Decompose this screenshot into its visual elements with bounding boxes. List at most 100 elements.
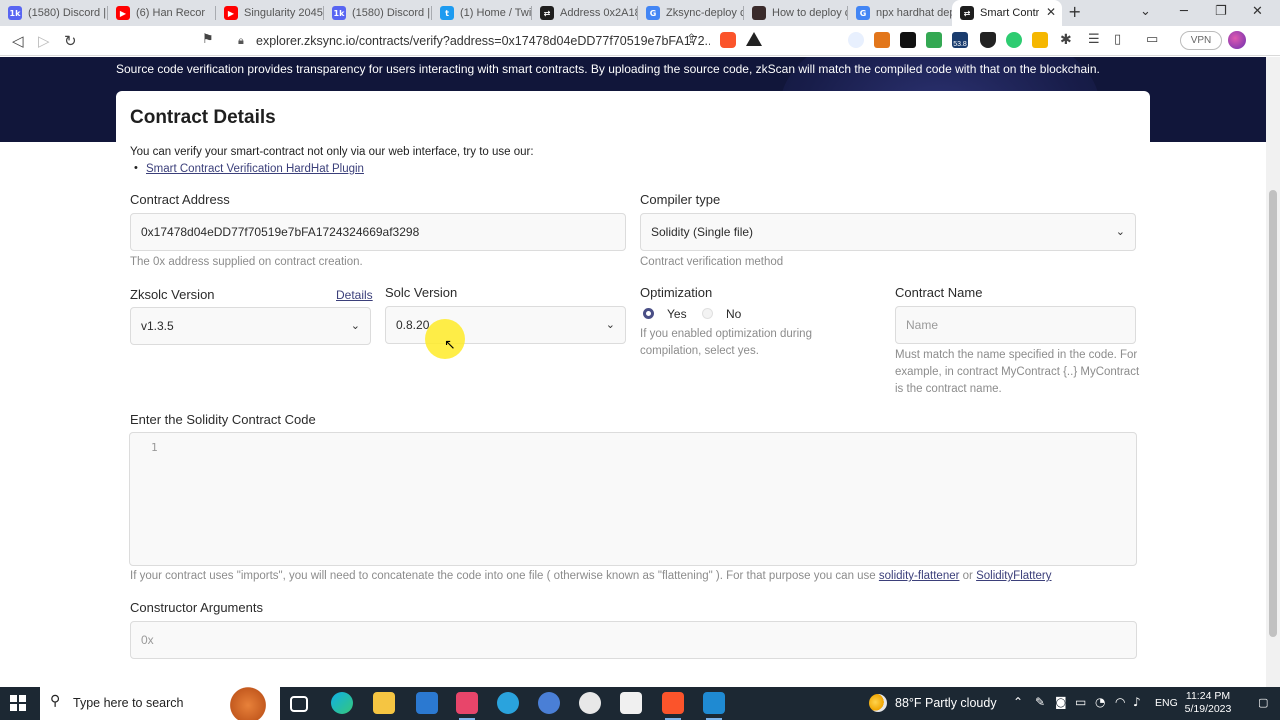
battery-icon[interactable]: ▭ [1075,695,1086,709]
shield-icon[interactable] [980,32,996,48]
hardhat-plugin-link[interactable]: Smart Contract Verification HardHat Plug… [146,163,364,175]
maximize-icon[interactable]: ❐ [1215,4,1227,19]
puzzle-icon[interactable]: ✱ [1060,32,1072,48]
new-tab-button[interactable]: + [1068,2,1081,21]
contract-code-editor[interactable]: 1 [129,432,1137,566]
profile-avatar[interactable] [1228,31,1246,49]
word-icon[interactable] [579,692,601,714]
taskbar-search-box[interactable]: ⚲ Type here to search [40,687,280,720]
tab-title: (6) Han Recor [136,7,206,19]
optimization-yes-label[interactable]: Yes [667,307,687,321]
browser-tab[interactable]: t (1) Home / Twitt [432,0,532,26]
wifi-icon[interactable]: ◠ [1115,695,1125,709]
share-icon[interactable]: ⇪ [686,32,697,47]
metamask-icon[interactable] [874,32,890,48]
file-explorer-icon[interactable] [373,692,395,714]
screen-recorder-icon[interactable] [456,692,478,720]
reading-list-icon[interactable]: ☰ [1088,32,1100,47]
browser-toolbar: ◁ ▷ ↻ ⚑ 🔒︎ explorer.zksync.io/contracts/… [0,26,1280,56]
windows-taskbar: ⚲ Type here to search 88°F Partly cloudy… [0,687,1280,720]
browser-tab[interactable]: G Zksync-deploy c [638,0,744,26]
drive-icon[interactable] [926,32,942,48]
lock-icon: 🔒︎ [238,35,244,47]
vscode-icon[interactable] [703,692,725,720]
vpn-button[interactable]: VPN [1180,31,1222,50]
store-icon[interactable] [620,692,642,714]
constructor-arguments-input[interactable]: 0x [130,621,1137,659]
notification-icon[interactable]: ▢ [1258,696,1268,709]
tab-title: Zksync-deploy c [666,7,744,19]
browser-tab[interactable]: 1k (1580) Discord | [324,0,432,26]
extension-icon[interactable] [1032,32,1048,48]
language-indicator[interactable]: ENG [1155,697,1178,709]
solc-version-select[interactable]: 0.8.20 ⌄ [385,306,626,344]
windows-start-icon[interactable] [10,695,26,711]
tab-search-chevron-icon[interactable]: ⌄ [1140,4,1151,19]
scrollbar-thumb[interactable] [1269,190,1277,637]
close-tab-icon[interactable]: ✕ [1046,5,1056,19]
bookmark-icon[interactable]: ⚑ [202,32,214,47]
minimize-icon[interactable]: ─ [1180,4,1188,19]
chevron-down-icon: ⌄ [350,319,360,332]
optimization-label: Optimization [640,285,713,300]
search-highlight-image [225,687,271,720]
weather-widget[interactable]: 88°F Partly cloudy [869,693,997,713]
contract-address-input[interactable]: 0x17478d04eDD77f70519e7bFA1724324669af32… [130,213,626,251]
compiler-type-hint: Contract verification method [640,256,784,268]
extension-drop-icon[interactable] [848,32,864,48]
edge-icon[interactable] [331,692,353,714]
brave-icon[interactable] [662,692,684,720]
telegram-icon[interactable] [497,692,519,714]
optimization-yes-radio[interactable] [643,308,654,319]
zksolc-details-link[interactable]: Details [336,288,373,302]
wallet-icon[interactable]: ▭ [1146,32,1158,47]
browser-tab[interactable]: How to deploy c [744,0,848,26]
contract-name-input[interactable]: Name [895,306,1136,344]
youtube-icon: ▶ [116,6,130,20]
browser-app-icon[interactable] [538,692,560,714]
browser-tab[interactable]: G npx hardhat dep [848,0,952,26]
extension-icon[interactable] [1006,32,1022,48]
contract-address-label: Contract Address [130,192,230,207]
compiler-type-select[interactable]: Solidity (Single file) ⌄ [640,213,1136,251]
google-icon: G [856,6,870,20]
solidityflattery-link[interactable]: SolidityFlattery [976,570,1051,582]
extension-badge-icon[interactable]: 53.8 [952,32,968,48]
browser-tab[interactable]: ▶ (6) Han Recor [108,0,216,26]
volume-icon[interactable]: ♪ [1133,695,1141,709]
browser-tab[interactable]: 1k (1580) Discord | [0,0,108,26]
chevron-down-icon: ⌄ [1115,225,1125,238]
page-scrollbar[interactable] [1266,57,1280,687]
taskbar-clock[interactable]: 11:24 PM 5/19/2023 [1180,690,1236,716]
chevron-down-icon: ⌄ [605,318,615,331]
back-icon[interactable]: ◁ [12,32,24,50]
close-window-icon[interactable]: ✕ [1252,4,1263,19]
network-icon[interactable]: ◔ [1095,695,1105,709]
task-view-icon[interactable] [290,696,308,712]
contract-name-label: Contract Name [895,285,983,300]
sidebar-icon[interactable]: ▯ [1114,32,1121,47]
zksolc-version-label: Zksolc Version [130,287,215,302]
camera-icon[interactable]: ◙ [1055,695,1067,709]
brave-rewards-icon[interactable] [746,32,762,46]
browser-tab[interactable]: ⇄ Address 0x2A18 [532,0,638,26]
discord-icon: 1k [8,6,22,20]
browser-tab-active[interactable]: ⇄ Smart Contr ✕ [952,0,1062,26]
optimization-no-radio[interactable] [702,308,713,319]
taskbar-search-placeholder: Type here to search [73,696,184,710]
extension-icon[interactable] [900,32,916,48]
tray-chevron-up-icon[interactable]: ⌃ [1013,695,1023,709]
solidity-flattener-link[interactable]: solidity-flattener [879,570,960,582]
browser-tab-strip: 1k (1580) Discord | ▶ (6) Han Recor ▶ Si… [0,0,1280,26]
optimization-no-label[interactable]: No [726,307,741,321]
mail-icon[interactable] [416,692,438,714]
pen-icon[interactable]: ✎ [1035,695,1045,709]
browser-tab[interactable]: ▶ Singularity 2045 [216,0,324,26]
brave-shield-icon[interactable] [720,32,736,48]
zksolc-version-select[interactable]: v1.3.5 ⌄ [130,307,371,345]
address-bar[interactable]: 🔒︎ explorer.zksync.io/contracts/verify?a… [226,30,710,52]
reload-icon[interactable]: ↻ [64,32,77,50]
clock-date: 5/19/2023 [1184,703,1232,715]
forward-icon[interactable]: ▷ [38,32,50,50]
compiler-type-value: Solidity (Single file) [651,225,754,239]
